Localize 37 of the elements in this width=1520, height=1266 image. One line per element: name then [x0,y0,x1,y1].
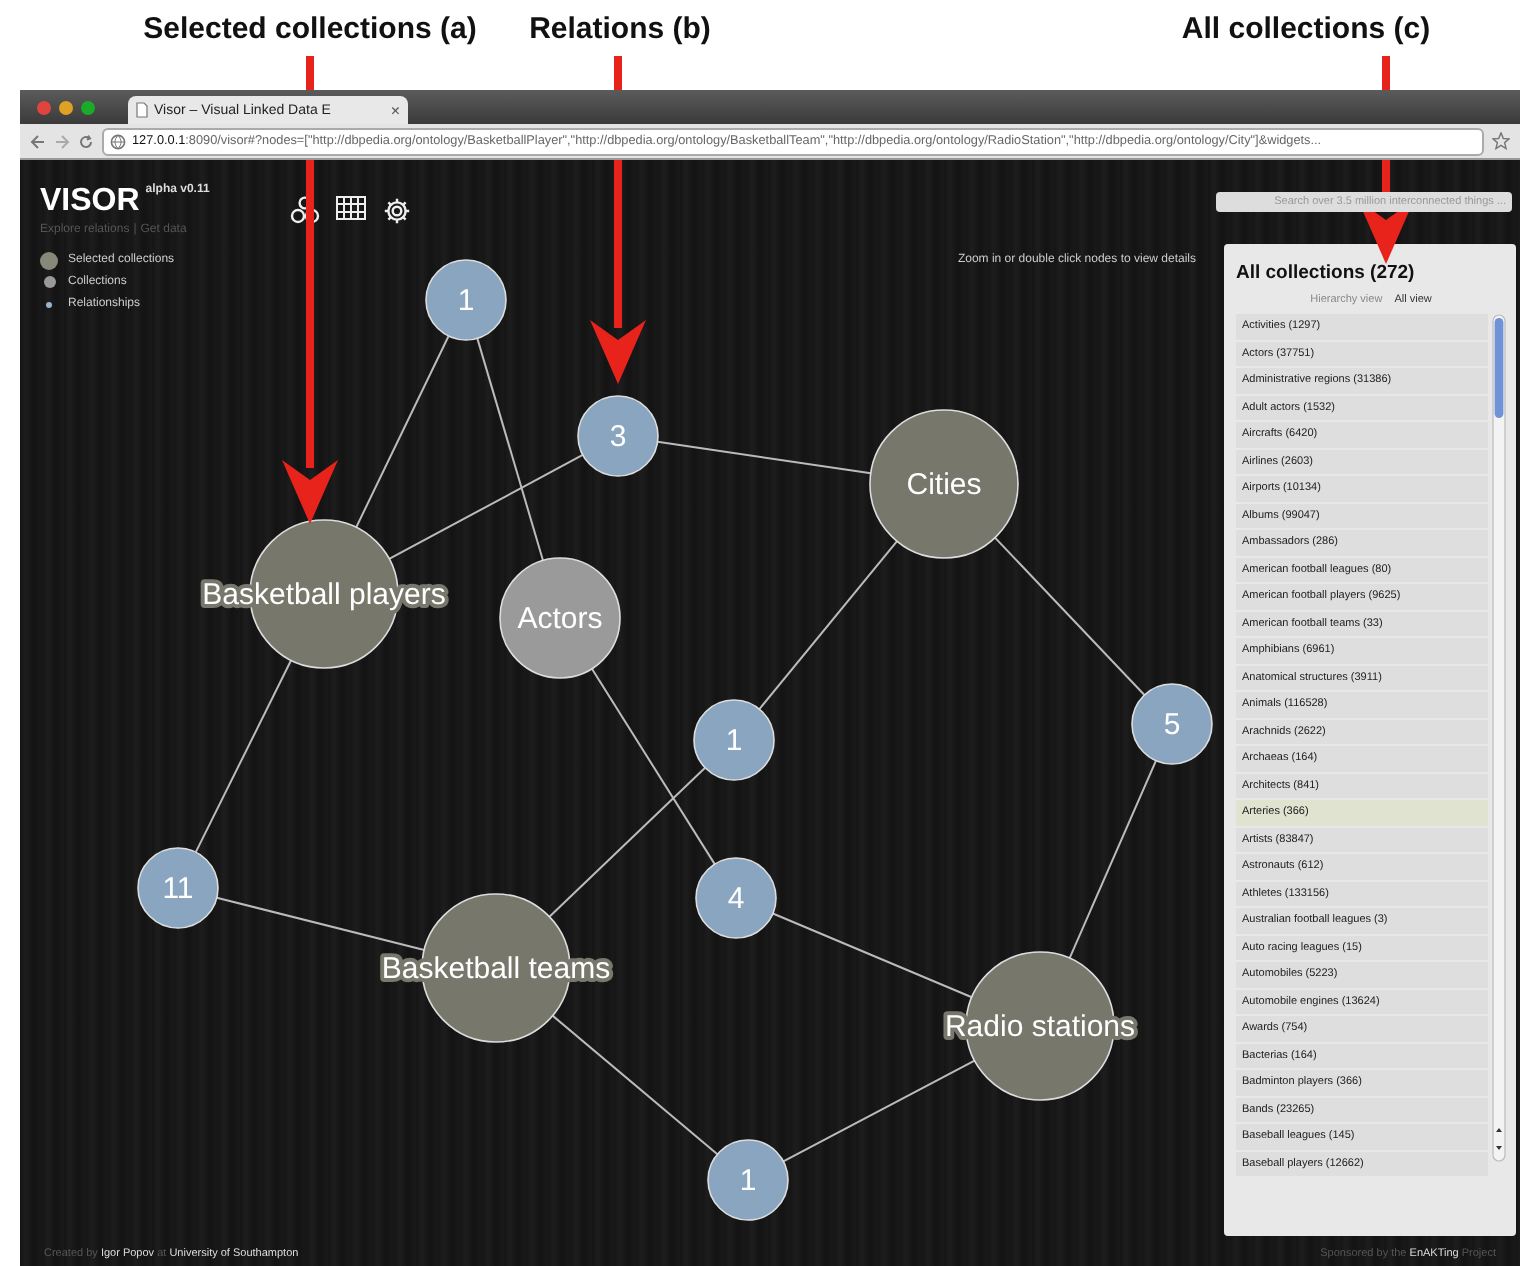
reload-icon[interactable] [78,133,94,149]
window-controls-icon[interactable] [36,99,96,115]
legend-dot [46,301,52,307]
scrollbar-icon[interactable] [1492,314,1506,1162]
page-icon [136,102,148,118]
table-view-icon[interactable] [335,196,366,220]
annotation-label: Selected collections (a) [141,12,479,46]
node-label: Actors [517,602,603,636]
node-label: 1 [457,284,475,318]
graph-node[interactable] [693,699,775,781]
graph-node[interactable] [137,847,219,929]
node-label: 5 [1163,708,1181,742]
graph-node[interactable] [499,557,621,679]
settings-icon[interactable] [381,196,412,226]
back-icon[interactable] [30,133,46,149]
node-label: Cities [906,468,982,502]
node-label: 3 [609,420,627,454]
graph-node[interactable] [707,1139,789,1221]
graph-node[interactable] [869,409,1019,559]
legend-dot [43,276,55,288]
globe-icon [110,133,126,149]
node-label: 1 [725,724,743,758]
panel-title: All collections (272) [1236,262,1417,284]
node-label: 11 [162,872,194,906]
graph-node[interactable] [695,857,777,939]
legend-dot [40,251,58,269]
tab-close-button[interactable]: × [390,101,400,119]
address-field[interactable] [102,127,1484,155]
node-label: 1 [739,1164,757,1198]
annotation-label: Relations (b) [527,12,713,46]
star-icon[interactable] [1492,132,1510,150]
annotation-label: All collections (c) [1179,12,1433,46]
app-title: VISOR [40,184,140,220]
graph-node[interactable] [1131,683,1213,765]
graph-node[interactable] [425,259,507,341]
node-label: 4 [727,882,745,916]
graph-node[interactable] [577,395,659,477]
